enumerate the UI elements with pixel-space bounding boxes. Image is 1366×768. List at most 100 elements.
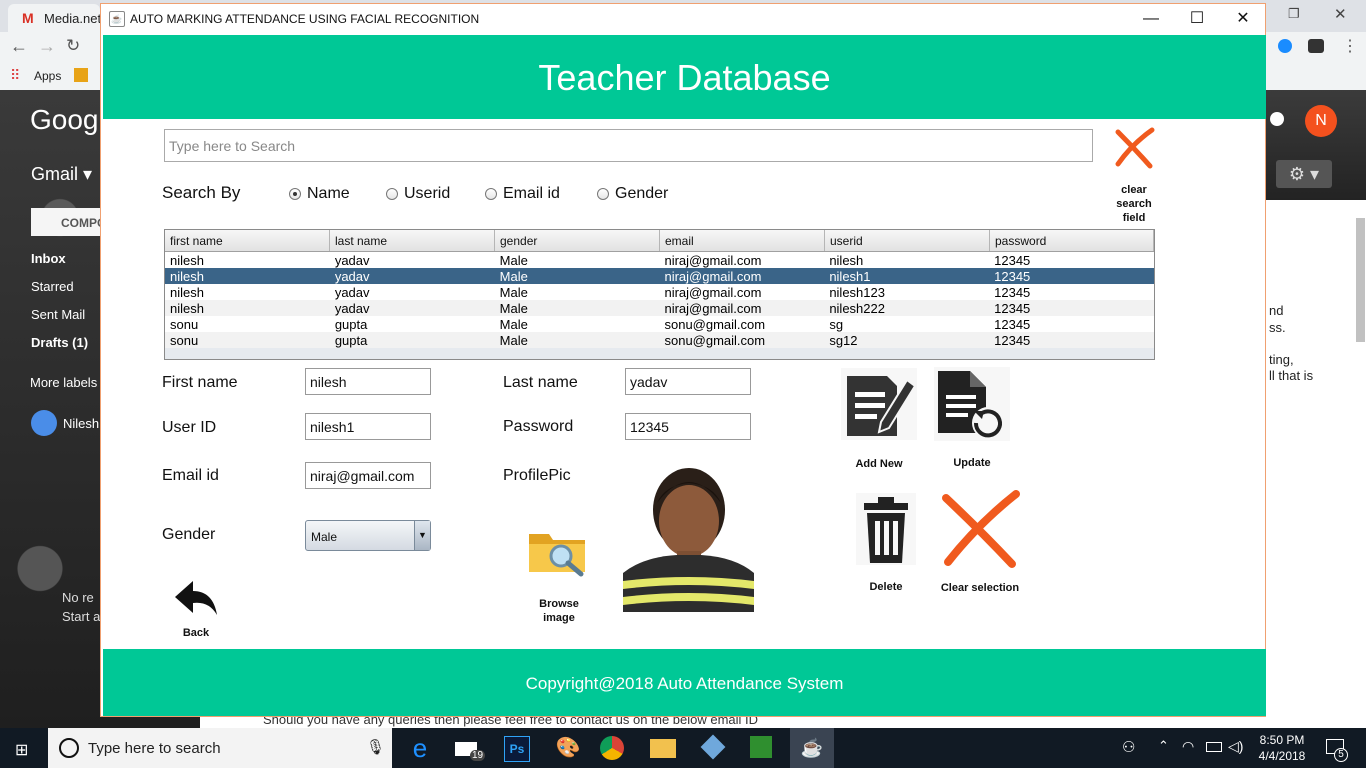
folder-search-icon [529, 534, 585, 577]
reload-icon[interactable]: ↻ [66, 36, 80, 56]
delete-button[interactable]: Delete [853, 493, 919, 594]
mail-icon[interactable]: 19 [452, 732, 486, 764]
close-button[interactable]: ✕ [1220, 4, 1266, 34]
chevron-down-icon[interactable]: ▼ [414, 521, 430, 550]
wifi-icon[interactable]: ◠ [1182, 738, 1194, 755]
back-arrow-icon[interactable]: ← [10, 36, 28, 57]
gender-select[interactable]: Male ▼ [305, 520, 431, 551]
browser-menu-icon[interactable]: ⋮ [1342, 36, 1358, 56]
restore-icon[interactable]: ❐ [1288, 6, 1300, 22]
trash-icon [856, 493, 916, 565]
radio-userid[interactable]: Userid [386, 185, 450, 203]
settings-gear-icon[interactable]: ⚙ ▾ [1276, 160, 1332, 188]
last-name-field[interactable] [625, 368, 751, 395]
virtualbox-icon[interactable] [700, 734, 726, 760]
table-row[interactable]: nilesh yadav Male niraj@gmail.com nilesh1 123… [165, 268, 1154, 284]
user-name[interactable]: Nilesh [63, 416, 99, 431]
column-header-userid[interactable]: userid [825, 230, 990, 251]
browser-close-icon[interactable]: ✕ [1334, 5, 1347, 23]
maximize-button[interactable]: ☐ [1174, 4, 1220, 34]
radio-email[interactable]: Email id [485, 185, 560, 203]
notification-count: 5 [1334, 748, 1348, 762]
apps-grid-icon[interactable]: ⠿ [10, 67, 20, 84]
table-cell-gender: Male [499, 269, 528, 284]
back-button[interactable]: Back [171, 579, 221, 640]
show-hidden-icons[interactable]: ⌃ [1158, 738, 1169, 754]
photoshop-icon[interactable]: Ps [504, 736, 530, 762]
paint-icon[interactable]: 🎨 [552, 732, 584, 764]
window-titlebar[interactable]: ☕ AUTO MARKING ATTENDANCE USING FACIAL R… [101, 4, 1265, 34]
update-button[interactable]: Update [934, 367, 1010, 470]
table-cell-first-name: sonu [170, 317, 199, 332]
minimize-button[interactable]: — [1128, 4, 1174, 34]
profile-picture [623, 465, 754, 612]
column-header-gender[interactable]: gender [495, 230, 660, 251]
gmail-label[interactable]: Gmail ▾ [31, 164, 92, 185]
clear-selection-button[interactable]: Clear selection [934, 490, 1026, 595]
taskbar-clock[interactable]: 8:50 PM 4/4/2018 [1252, 732, 1312, 764]
column-header-last-name[interactable]: last name [330, 230, 495, 251]
table-cell-email: niraj@gmail.com [664, 301, 762, 316]
browser-tab[interactable]: M Media.net [8, 4, 101, 32]
chart-app-icon[interactable] [750, 736, 772, 758]
column-header-password[interactable]: password [990, 230, 1154, 251]
clear-selection-label: Clear selection [940, 582, 1020, 594]
browse-image-button[interactable]: Browse image [526, 526, 592, 625]
table-cell-last-name: yadav [334, 285, 370, 300]
bookmark-apps[interactable]: Apps [34, 69, 61, 83]
first-name-field[interactable] [305, 368, 431, 395]
java-app-icon[interactable]: ☕ [790, 728, 834, 768]
forward-arrow-icon[interactable]: → [38, 36, 56, 57]
table-cell-userid: nilesh222 [829, 301, 885, 316]
table-row[interactable]: sonu gupta Male sonu@gmail.com sg 12345 [165, 316, 1154, 332]
add-new-button[interactable]: Add New [841, 368, 917, 471]
compose-button[interactable]: COMPO [31, 208, 106, 236]
taskbar-search[interactable]: Type here to search 🎙 [48, 728, 392, 768]
email-field[interactable] [305, 462, 431, 489]
account-avatar[interactable]: N [1305, 105, 1337, 137]
google-logo: Goog [30, 104, 99, 135]
microphone-icon[interactable]: 🎙 [366, 738, 385, 756]
clock-date: 4/4/2018 [1258, 749, 1306, 763]
extension-2-icon[interactable] [1308, 39, 1324, 53]
search-input[interactable] [164, 129, 1093, 162]
user-avatar[interactable] [31, 410, 57, 436]
userid-field[interactable] [305, 413, 431, 440]
app-window: ☕ AUTO MARKING ATTENDANCE USING FACIAL R… [100, 3, 1266, 717]
volume-icon[interactable]: ◁) [1228, 738, 1243, 755]
back-label: Back [182, 627, 210, 639]
table-row[interactable]: nilesh yadav Male niraj@gmail.com nilesh123 1… [165, 284, 1154, 300]
table-cell-first-name: nilesh [170, 301, 204, 316]
sidebar-item-drafts[interactable]: Drafts (1) [31, 335, 88, 350]
table-row[interactable]: nilesh yadav Male niraj@gmail.com nilesh 1234… [165, 252, 1154, 268]
radio-label-email: Email id [503, 185, 560, 202]
clear-search-button[interactable]: clear search field [1106, 126, 1162, 224]
battery-icon[interactable] [1206, 742, 1222, 752]
delete-label: Delete [869, 581, 903, 593]
radio-gender[interactable]: Gender [597, 185, 668, 203]
file-explorer-icon[interactable] [650, 739, 676, 758]
email-label: Email id [162, 467, 219, 484]
table-row[interactable]: sonu gupta Male sonu@gmail.com sg12 12345 [165, 332, 1154, 348]
table-cell-userid: sg [829, 317, 844, 332]
windows-start-icon[interactable]: ⊞ [15, 740, 28, 760]
password-field[interactable] [625, 413, 751, 440]
column-header-email[interactable]: email [660, 230, 825, 251]
people-icon[interactable]: ⚇ [1122, 738, 1135, 756]
sidebar-item-starred[interactable]: Starred [31, 279, 74, 294]
gmail-scrollbar[interactable] [1356, 218, 1365, 342]
sidebar-item-sent[interactable]: Sent Mail [31, 307, 85, 322]
notifications-icon[interactable] [1270, 112, 1284, 126]
sidebar-item-more-labels[interactable]: More labels [30, 375, 97, 390]
table-row[interactable]: nilesh yadav Male niraj@gmail.com nilesh222 1… [165, 300, 1154, 316]
chrome-icon[interactable] [600, 736, 624, 760]
back-arrow-icon [175, 581, 217, 615]
gender-selected-value: Male [311, 530, 338, 544]
column-header-first-name[interactable]: first name [165, 230, 330, 251]
radio-name[interactable]: Name [289, 185, 350, 203]
edge-icon[interactable]: e [404, 732, 436, 764]
page-title: Teacher Database [538, 57, 831, 98]
sidebar-item-inbox[interactable]: Inbox [31, 251, 66, 266]
extension-icon[interactable] [1278, 39, 1292, 53]
bookmark-icon[interactable] [74, 68, 88, 82]
